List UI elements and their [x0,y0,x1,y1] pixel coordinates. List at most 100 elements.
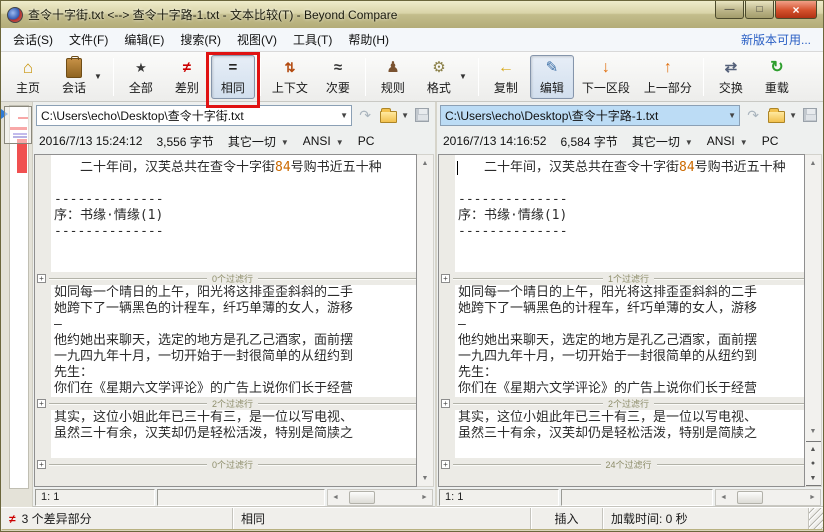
scroll-right-icon[interactable]: ► [805,490,820,505]
menu-item-5[interactable]: 工具(T) [285,27,340,52]
menu-item-6[interactable]: 帮助(H) [340,27,397,52]
toolbar-button-交换[interactable]: 交换 [709,55,753,99]
toolbar-button-下一区段[interactable]: 下一区段 [576,55,636,99]
right-vertical-scrollbar[interactable]: ▲ ▼ ▲ ● ▼ [805,154,822,487]
right-pane-bottom: 1: 1 ◄ ► [437,487,823,507]
filtered-lines-separator: +0个过滤行 [35,458,416,471]
next-difference-icon[interactable]: ▼ [806,471,821,486]
expand-section-button[interactable]: + [37,399,46,408]
toolbar-button-会话[interactable]: 会话▼ [52,55,108,99]
menu-item-0[interactable]: 会话(S) [5,27,61,52]
expand-section-button[interactable]: + [37,274,46,283]
prev-difference-icon[interactable]: ▲ [806,441,821,456]
menu-item-4[interactable]: 视图(V) [229,27,285,52]
resize-grip[interactable] [809,508,823,529]
text-block: 其实，这位小姐此年已三十有三，是一位以写电视、虽然三十有余，汉芙却仍是轻松活泼，… [51,410,416,458]
right-save-button[interactable] [800,105,820,125]
expand-section-button[interactable]: + [441,460,450,469]
text-line [455,442,804,458]
left-editor[interactable]: 二十年间，汉芙总共在查令十字街84号购书近五十种--------------序：… [34,154,417,487]
toolbar-separator [478,58,479,96]
overview-viewport-box[interactable] [4,106,32,144]
reopen-file-icon[interactable]: ↷ [355,105,375,125]
menu-item-1[interactable]: 文件(F) [61,27,116,52]
toolbar-button-格式[interactable]: 格式▼ [417,55,473,99]
menu-bar: 会话(S)文件(F)编辑(E)搜索(R)视图(V)工具(T)帮助(H) 新版本可… [1,28,823,52]
right-format-dropdown[interactable]: 其它一切▼ [632,133,693,150]
edit-pencil-icon [546,58,559,78]
text-line: 你们在《星期六文学评论》的广告上说你们长于经营 [455,381,804,397]
scroll-up-icon[interactable]: ▲ [806,155,821,171]
scroll-right-icon[interactable]: ► [417,490,432,505]
right-path-combo[interactable]: C:\Users\echo\Desktop\查令十字路-1.txt ▼ [440,105,740,126]
left-horizontal-scrollbar[interactable]: ◄ ► [327,489,433,506]
toolbar-button-重载[interactable]: 重载 [755,55,799,99]
text-segment: 二十年间，汉芙总共在查令十字街 [458,160,679,175]
right-hscroll-track[interactable] [731,490,805,505]
scroll-down-icon[interactable]: ▼ [418,470,433,486]
right-horizontal-scrollbar[interactable]: ◄ ► [715,489,821,506]
center-current-difference-icon[interactable]: ● [806,456,821,471]
toolbar-button-上一部分[interactable]: 上一部分 [638,55,698,99]
chevron-down-icon[interactable]: ▼ [94,72,102,81]
maximize-button[interactable]: □ [745,1,774,19]
chevron-down-icon[interactable]: ▼ [725,111,739,120]
left-path-combo[interactable]: C:\Users\echo\Desktop\查令十字街.txt ▼ [36,105,352,126]
left-hscroll-track[interactable] [343,490,417,505]
right-pane-info: 2016/7/13 14:16:52 6,584 字节 其它一切▼ ANSI▼ … [437,128,823,154]
scroll-left-icon[interactable]: ◄ [716,490,731,505]
right-pane: C:\Users\echo\Desktop\查令十字路-1.txt ▼ ↷ ▼ … [437,102,823,507]
toolbar-button-复制[interactable]: 复制 [484,55,528,99]
right-encoding-dropdown[interactable]: ANSI▼ [707,134,748,148]
overview-diff-map[interactable] [1,102,33,507]
star-icon [135,58,147,78]
toolbar-button-主页[interactable]: 主页 [6,55,50,99]
separator-line [657,464,805,466]
left-encoding-dropdown[interactable]: ANSI▼ [303,134,344,148]
folder-dropdown-icon[interactable]: ▼ [789,111,797,120]
scroll-up-icon[interactable]: ▲ [418,155,433,171]
left-vertical-scrollbar[interactable]: ▲ ▼ [417,154,434,487]
text-line: 你们在《星期六文学评论》的广告上说你们长于经营 [51,381,416,397]
menu-item-3[interactable]: 搜索(R) [172,27,229,52]
toolbar-button-编辑[interactable]: 编辑 [530,55,574,99]
expand-section-button[interactable]: + [37,460,46,469]
toolbar-button-相同[interactable]: 相同 [211,55,255,99]
toolbar-button-label: 编辑 [540,79,564,96]
text-line: -------------- [51,224,416,240]
folder-icon [380,111,397,123]
chevron-down-icon[interactable]: ▼ [459,72,467,81]
update-available-link[interactable]: 新版本可用... [741,31,819,48]
folder-dropdown-icon[interactable]: ▼ [401,111,409,120]
scroll-left-icon[interactable]: ◄ [328,490,343,505]
expand-section-button[interactable]: + [441,274,450,283]
right-editor[interactable]: 二十年间，汉芙总共在查令十字街84号购书近五十种--------------序：… [438,154,805,487]
main-area: C:\Users\echo\Desktop\查令十字街.txt ▼ ↷ ▼ 20… [1,102,823,507]
right-caret-position: 1: 1 [439,489,559,506]
toolbar-button-label: 交换 [719,79,743,96]
text-block: 如同每一个晴日的上午，阳光将这排歪歪斜斜的二手她跨下了一辆黑色的计程车，纤巧单薄… [455,285,804,397]
toolbar-separator [703,58,704,96]
toolbar-button-label: 差别 [175,79,199,96]
minimize-button[interactable]: — [715,1,744,19]
left-save-button[interactable] [412,105,432,125]
right-hscroll-thumb[interactable] [737,491,763,504]
toolbar-button-上下文[interactable]: 上下文 [266,55,314,99]
browse-folder-button[interactable] [766,105,786,125]
reopen-file-icon[interactable]: ↷ [743,105,763,125]
toolbar-button-次要[interactable]: 次要 [316,55,360,99]
scroll-down-icon[interactable]: ▼ [806,423,821,439]
close-button[interactable]: × [775,1,817,19]
left-format-dropdown[interactable]: 其它一切▼ [228,133,289,150]
toolbar-button-全部[interactable]: 全部 [119,55,163,99]
text-segment: -------------- [458,224,568,239]
separator-line [49,464,207,466]
menu-item-2[interactable]: 编辑(E) [116,27,172,52]
text-line: 其实，这位小姐此年已三十有三，是一位以写电视、 [51,410,416,426]
browse-folder-button[interactable] [378,105,398,125]
chevron-down-icon[interactable]: ▼ [337,111,351,120]
expand-section-button[interactable]: + [441,399,450,408]
left-hscroll-thumb[interactable] [349,491,375,504]
toolbar-button-规则[interactable]: 规则 [371,55,415,99]
toolbar-button-差别[interactable]: 差别 [165,55,209,99]
